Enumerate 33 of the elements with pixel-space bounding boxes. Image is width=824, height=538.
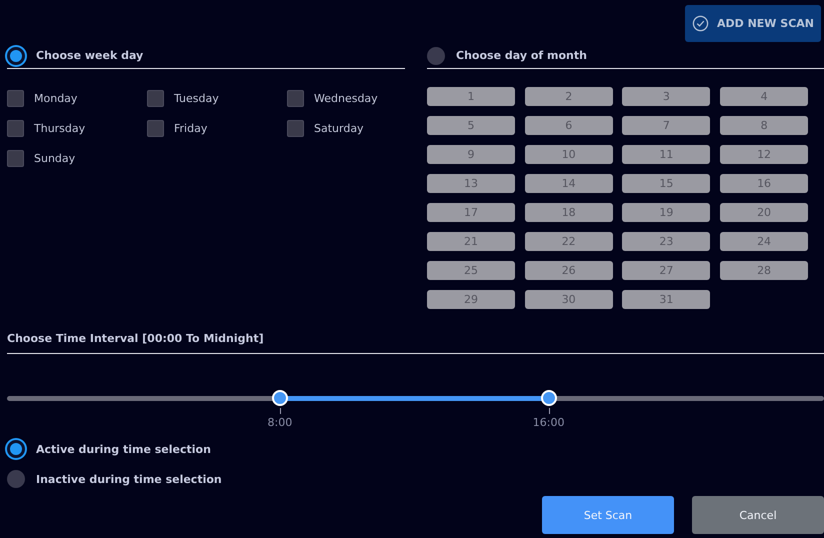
checkbox-label: Thursday xyxy=(34,122,86,134)
section-title: Choose day of month xyxy=(456,49,587,62)
check-circle-icon xyxy=(692,15,709,32)
checkbox-label: Tuesday xyxy=(174,92,219,104)
checkbox-label: Wednesday xyxy=(314,92,378,104)
section-title: Choose week day xyxy=(36,49,144,62)
checkbox-label: Monday xyxy=(34,92,78,104)
checkbox-label: Friday xyxy=(174,122,208,134)
radio-button[interactable] xyxy=(7,440,25,458)
checkbox[interactable] xyxy=(147,90,164,106)
checkbox[interactable] xyxy=(7,90,24,106)
checkbox[interactable] xyxy=(7,150,24,166)
tick-mark xyxy=(280,408,281,414)
radio-label: Active during time selection xyxy=(36,442,211,456)
checkbox[interactable] xyxy=(147,120,164,136)
checkbox[interactable] xyxy=(287,90,304,106)
checkbox[interactable] xyxy=(7,120,24,136)
radio-button[interactable] xyxy=(7,46,25,64)
slider-thumb[interactable] xyxy=(540,390,557,406)
tick-mark xyxy=(548,408,550,414)
checkbox-label: Sunday xyxy=(34,152,76,164)
time-label: 16:00 xyxy=(532,416,564,429)
checkbox[interactable] xyxy=(287,120,304,136)
cancel-button[interactable]: Cancel xyxy=(692,496,824,534)
add-new-scan-button[interactable]: ADD NEW SCAN xyxy=(685,5,821,42)
radio-label: Inactive during time selection xyxy=(36,472,222,486)
slider-track[interactable] xyxy=(7,396,824,401)
time-label: 8:00 xyxy=(268,416,292,429)
radio-button[interactable] xyxy=(7,470,25,488)
set-scan-button[interactable]: Set Scan xyxy=(542,496,674,534)
section-title: Choose Time Interval [00:00 To Midnight] xyxy=(7,332,824,354)
slider-thumb[interactable] xyxy=(272,390,288,406)
checkbox-label: Saturday xyxy=(314,122,364,134)
